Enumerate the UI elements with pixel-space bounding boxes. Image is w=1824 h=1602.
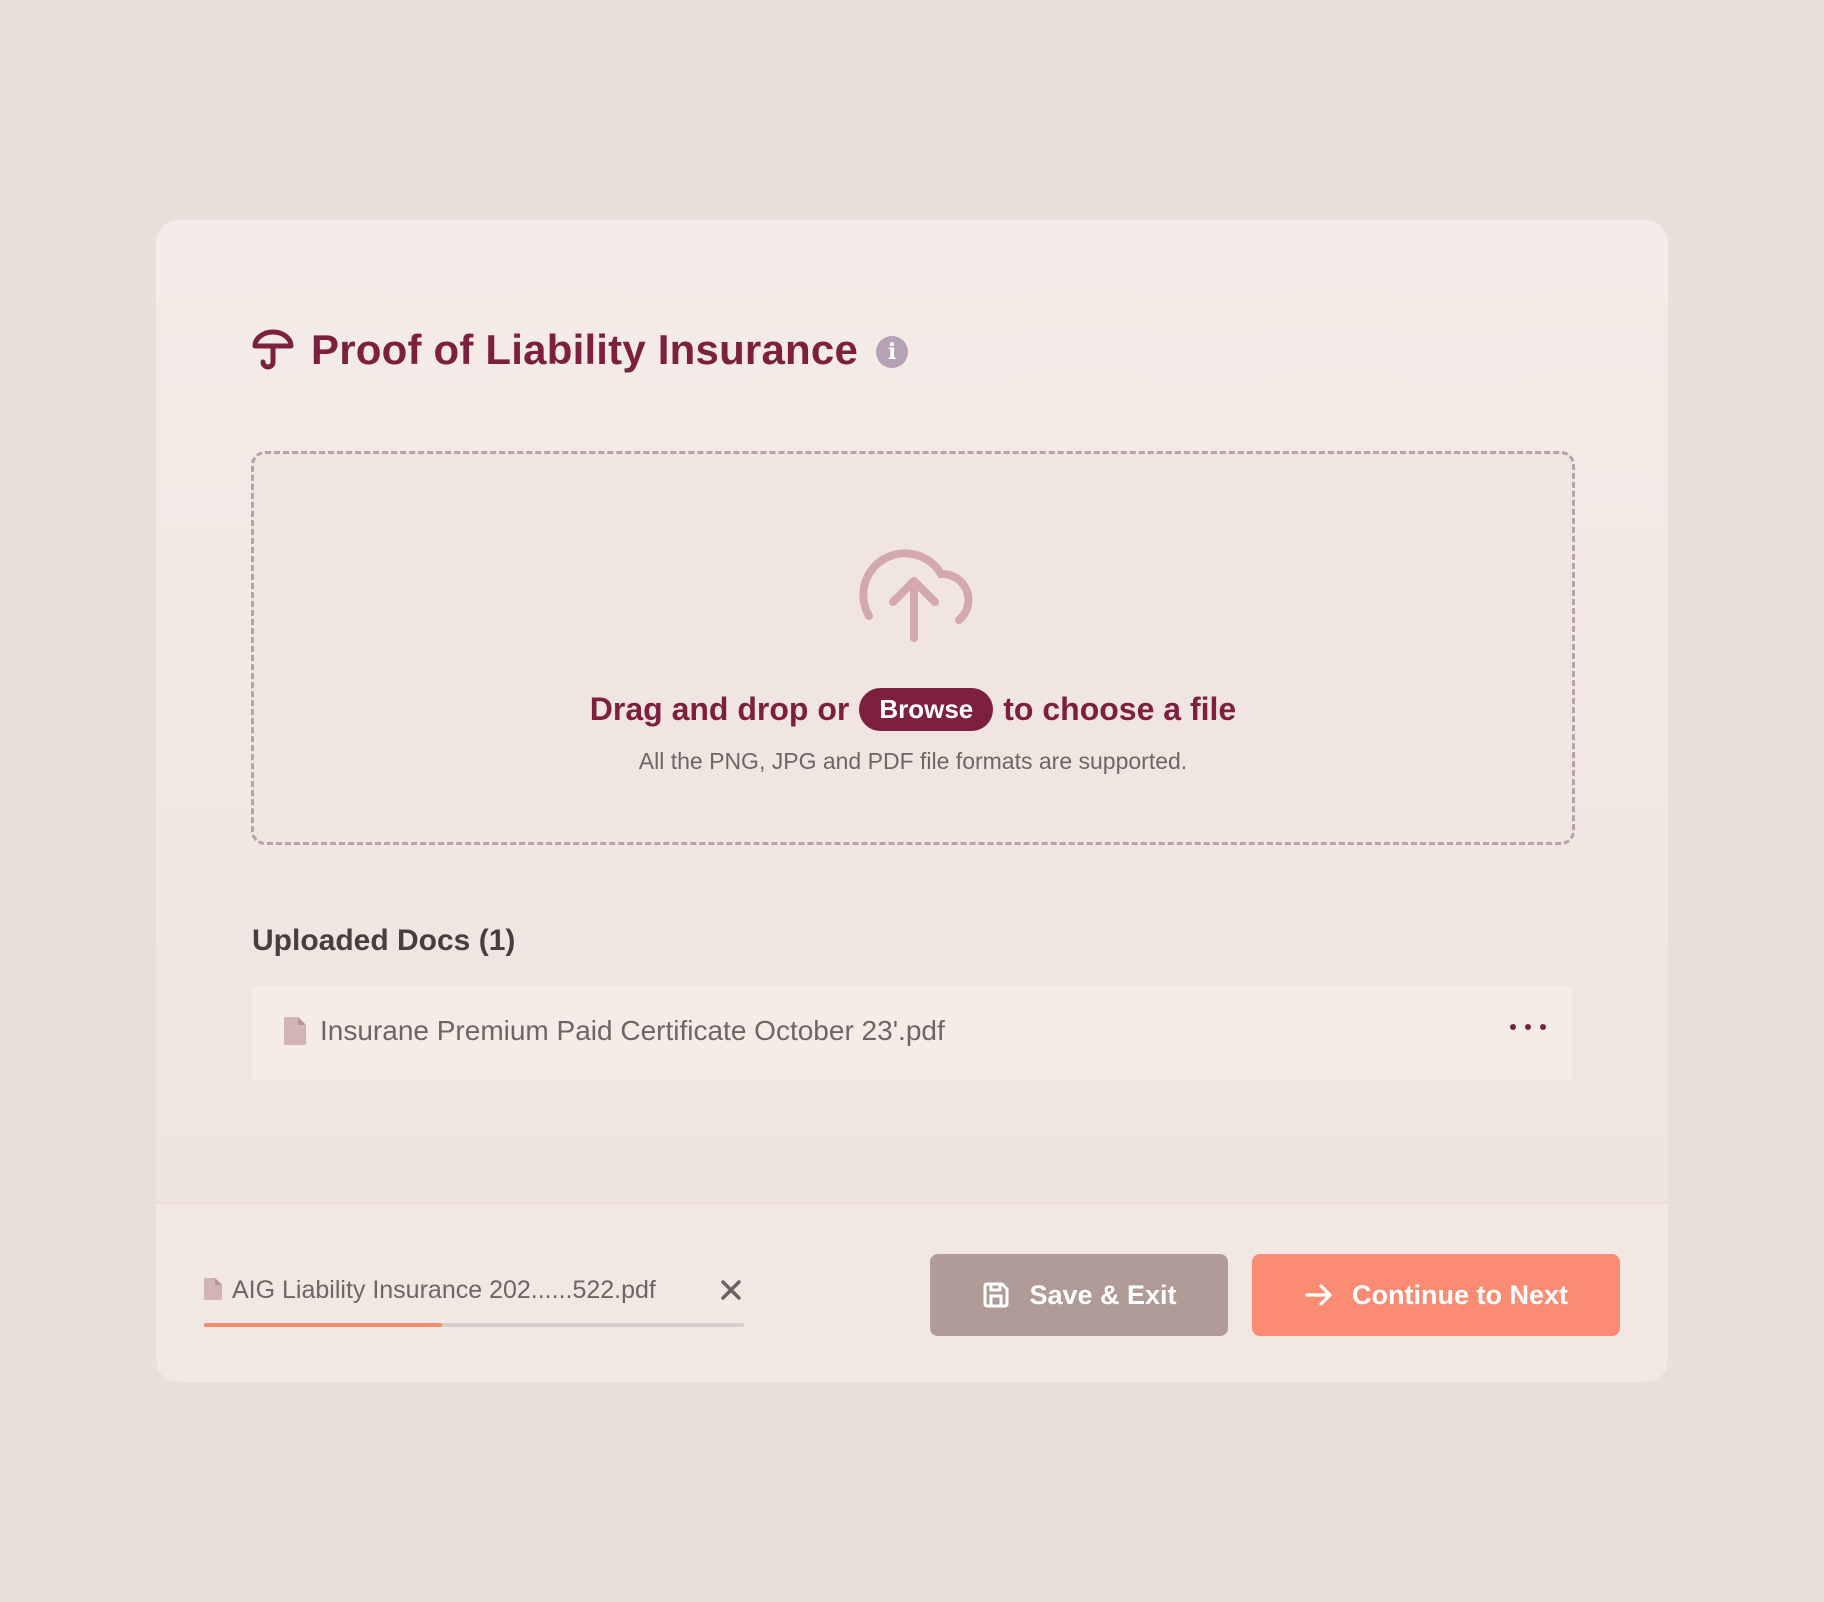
upload-progress-fill [204,1323,442,1327]
uploading-file-name: AIG Liability Insurance 202......522.pdf [232,1276,656,1304]
drag-drop-text: Drag and drop or [589,691,850,727]
file-dropzone[interactable]: Drag and drop or Browse to choose a file… [251,451,1575,845]
umbrella-icon [251,328,295,372]
dropzone-instructions: Drag and drop or Browse to choose a file [254,688,1572,731]
save-icon [983,1282,1009,1308]
more-options-icon[interactable] [1510,1020,1546,1034]
continue-next-button[interactable]: Continue to Next [1252,1254,1620,1336]
file-icon [204,1278,222,1300]
save-exit-button[interactable]: Save & Exit [930,1254,1228,1336]
uploaded-doc-row[interactable]: Insurane Premium Paid Certificate Octobe… [252,986,1572,1080]
supported-formats-text: All the PNG, JPG and PDF file formats ar… [638,748,1188,774]
continue-next-label: Continue to Next [1352,1279,1568,1310]
page-title: Proof of Liability Insurance [311,326,859,373]
uploading-file: AIG Liability Insurance 202......522.pdf [204,1276,744,1327]
arrow-right-icon [1305,1284,1332,1306]
uploaded-doc-name: Insurane Premium Paid Certificate Octobe… [320,1015,945,1046]
footer-bar: AIG Liability Insurance 202......522.pdf… [156,1202,1668,1382]
save-exit-label: Save & Exit [1029,1279,1177,1310]
browse-button[interactable]: Browse [859,688,994,731]
uploaded-docs-title: Uploaded Docs (1) [252,924,516,957]
choose-file-text: to choose a file [1003,691,1237,727]
file-icon [284,1017,306,1045]
upload-progress-track [204,1323,744,1327]
info-icon[interactable]: i [876,336,909,368]
insurance-upload-card: Proof of Liability Insurance i Drag and … [156,220,1668,1382]
title-row: Proof of Liability Insurance i [251,320,909,380]
close-icon[interactable] [719,1278,743,1302]
cloud-upload-icon [849,534,979,644]
